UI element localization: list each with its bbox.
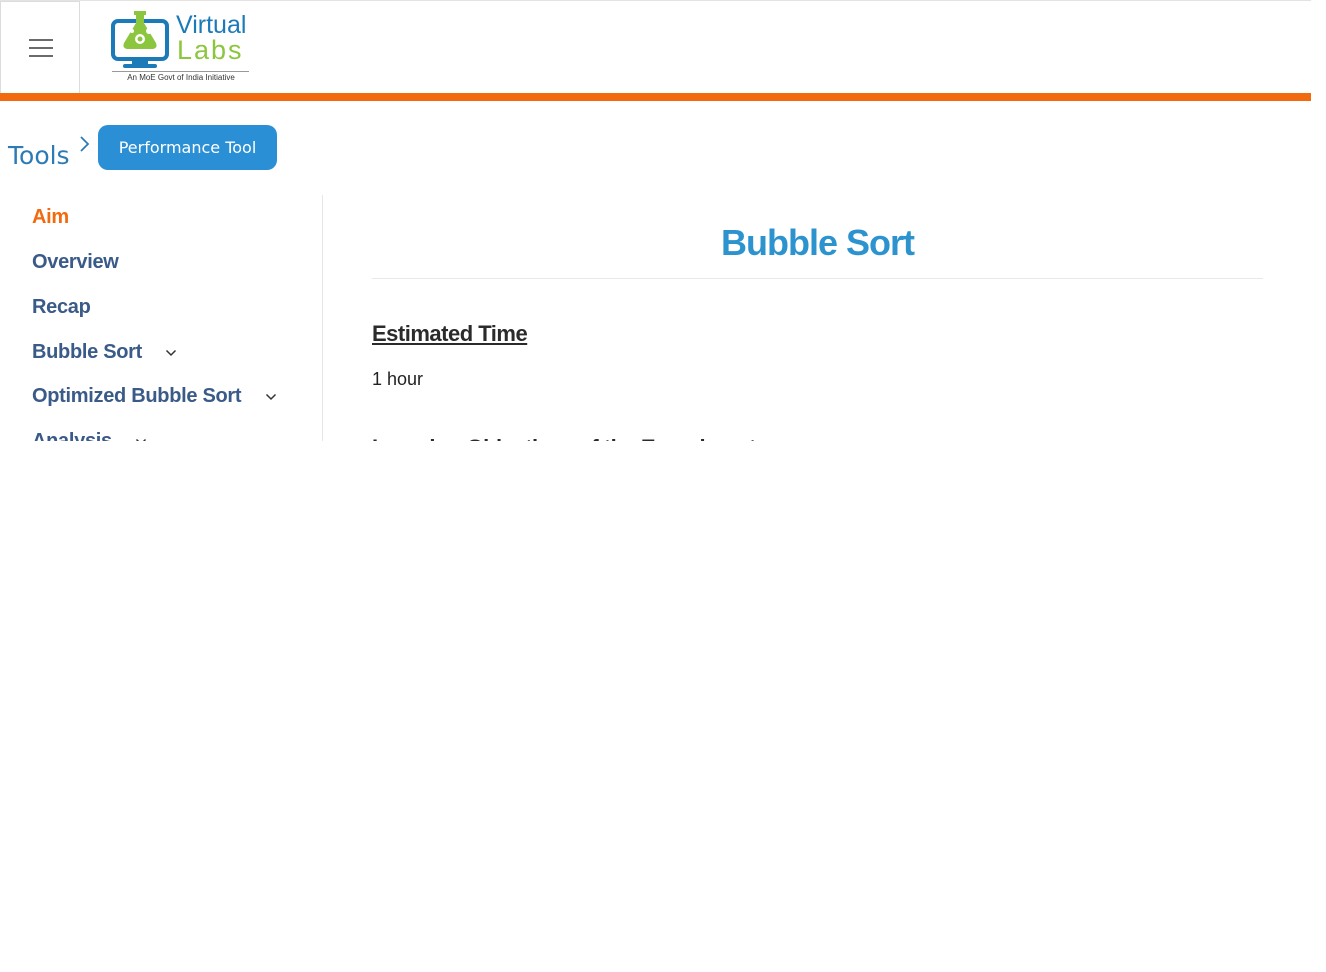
hamburger-icon: [29, 39, 53, 41]
sidebar-item-analysis[interactable]: Analysis: [32, 428, 147, 441]
sidebar-item-optimized-bubble-sort[interactable]: Optimized Bubble Sort: [32, 383, 277, 409]
performance-tool-button[interactable]: Performance Tool: [98, 125, 277, 170]
sidebar-item-recap[interactable]: Recap: [32, 294, 91, 320]
lab-monitor-icon: [111, 11, 169, 68]
hamburger-menu-button[interactable]: [0, 1, 80, 94]
hamburger-icon: [29, 55, 53, 57]
sidebar-item-bubble-sort[interactable]: Bubble Sort: [32, 339, 177, 365]
sidebar-item-overview[interactable]: Overview: [32, 249, 119, 275]
chevron-right-icon: [80, 136, 90, 152]
page-title: Bubble Sort: [721, 222, 915, 263]
sidebar-item-label: Overview: [32, 251, 119, 273]
chevron-down-icon[interactable]: [165, 349, 177, 357]
chevron-down-icon[interactable]: [135, 438, 147, 441]
sidebar-item-aim[interactable]: Aim: [32, 204, 69, 230]
breadcrumb-tools-link[interactable]: Tools: [8, 139, 70, 173]
header-accent-bar: [0, 93, 1311, 101]
sidebar-item-label: Analysis: [32, 430, 112, 441]
top-navbar: Virtual Labs An MoE Govt of India Initia…: [0, 0, 1311, 94]
sidebar-item-label: Bubble Sort: [32, 341, 143, 363]
virtual-labs-logo[interactable]: Virtual Labs An MoE Govt of India Initia…: [110, 7, 252, 87]
estimated-time-value: 1 hour: [372, 369, 424, 389]
sidebar-item-label: Optimized Bubble Sort: [32, 385, 242, 407]
title-divider: [372, 278, 1263, 279]
sidebar-nav: Aim Overview Recap Bubble Sort Optimized…: [0, 195, 323, 441]
sidebar-item-label: Aim: [32, 206, 69, 228]
hamburger-icon: [29, 47, 53, 49]
logo-labs-text: Labs: [177, 35, 244, 65]
logo-divider: [112, 71, 249, 72]
estimated-time-heading: Estimated Time: [372, 321, 528, 346]
chevron-down-icon[interactable]: [265, 393, 277, 401]
sidebar-item-label: Recap: [32, 296, 91, 318]
logo-tagline: An MoE Govt of India Initiative: [127, 73, 235, 82]
sidebar-divider: [322, 195, 323, 441]
learning-objectives-heading: Learning Objectives of the Experiment: [372, 433, 756, 441]
main-content: Bubble Sort Estimated Time 1 hour Learni…: [372, 195, 1263, 441]
